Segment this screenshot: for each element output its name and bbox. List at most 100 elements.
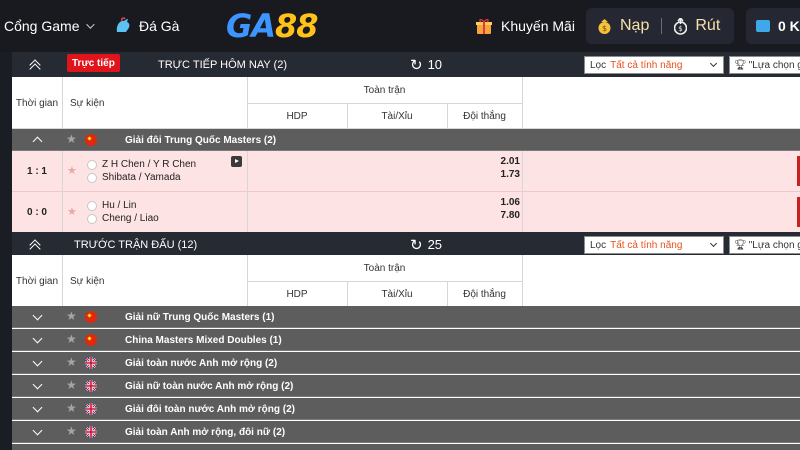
odd-away[interactable]: 7.80 bbox=[448, 210, 520, 221]
uk-flag-icon bbox=[85, 380, 97, 392]
col-hdp: HDP bbox=[286, 110, 308, 122]
match-score: 1 : 1 bbox=[26, 166, 47, 177]
choose-label: "Lựa chọn gi bbox=[748, 239, 800, 251]
refresh-icon: ↻ bbox=[410, 235, 423, 254]
uk-flag-icon bbox=[85, 403, 97, 415]
league-row[interactable]: ★ Giải toàn Anh mở rộng, đôi nữ (2) bbox=[12, 421, 800, 443]
live-section-title: TRỰC TIẾP HÔM NAY (2) bbox=[158, 58, 287, 71]
league-name: China Masters Mixed Doubles (1) bbox=[125, 334, 282, 346]
trophy-icon: 🏆︎ bbox=[734, 59, 747, 71]
wallet-icon bbox=[756, 20, 770, 32]
live-filter-select[interactable]: Lọc Tất cả tính năng bbox=[584, 56, 724, 74]
star-icon[interactable]: ★ bbox=[66, 132, 77, 146]
star-icon[interactable]: ★ bbox=[67, 205, 77, 218]
promotions-label: Khuyến Mãi bbox=[501, 18, 575, 34]
col-event: Sự kiện bbox=[70, 97, 105, 109]
play-icon[interactable] bbox=[231, 156, 242, 167]
chevron-down-icon bbox=[709, 59, 718, 68]
star-icon[interactable]: ★ bbox=[66, 309, 77, 323]
chevron-down-icon[interactable] bbox=[32, 379, 43, 390]
prematch-section-title: TRƯỚC TRẬN ĐẤU (12) bbox=[74, 238, 198, 251]
star-icon[interactable]: ★ bbox=[66, 378, 77, 392]
live-count: 10 bbox=[427, 57, 443, 72]
away-team[interactable]: Shibata / Yamada bbox=[87, 171, 181, 184]
away-team-name: Shibata / Yamada bbox=[102, 172, 181, 183]
prematch-choose-button[interactable]: 🏆︎ "Lựa chọn gi bbox=[729, 236, 800, 254]
league-row[interactable]: ★ Giải đôi toàn nước Anh mở rộng (2) bbox=[12, 398, 800, 420]
gift-icon bbox=[476, 19, 492, 34]
chevron-down-icon[interactable] bbox=[32, 333, 43, 344]
balance-label: 0 K bbox=[778, 18, 800, 34]
chevron-down-icon[interactable] bbox=[32, 356, 43, 367]
withdraw-button[interactable]: $ Rút bbox=[674, 17, 720, 35]
league-name: Giải nữ Trung Quốc Masters (1) bbox=[125, 311, 275, 323]
league-row-partial bbox=[12, 444, 800, 450]
col-fulltime: Toàn trận bbox=[363, 84, 406, 96]
withdraw-icon: $ bbox=[674, 17, 688, 35]
china-flag-icon bbox=[85, 134, 97, 146]
filter-value: Tất cả tính năng bbox=[610, 59, 683, 71]
col-over-under: Tài/Xỉu bbox=[381, 110, 413, 122]
league-name: Giải đôi Trung Quốc Masters (2) bbox=[125, 134, 277, 146]
home-team-name: Hu / Lin bbox=[102, 200, 137, 211]
col-event: Sự kiện bbox=[70, 275, 105, 287]
odd-home[interactable]: 1.06 bbox=[448, 197, 520, 208]
deposit-withdraw-group: $ Nạp $ Rút bbox=[586, 8, 734, 44]
star-icon[interactable]: ★ bbox=[67, 164, 77, 177]
game-portal-label: Cổng Game bbox=[4, 18, 80, 34]
shuttlecock-icon bbox=[87, 200, 97, 211]
sportsbook-panel: Trực tiếp TRỰC TIẾP HÔM NAY (2) ↻ 10 Lọc… bbox=[12, 52, 800, 450]
col-winner: Đội thắng bbox=[463, 288, 506, 300]
col-fulltime: Toàn trận bbox=[363, 262, 406, 274]
league-row[interactable]: ★ Giải đôi Trung Quốc Masters (2) bbox=[12, 129, 800, 151]
home-team[interactable]: Hu / Lin bbox=[87, 199, 136, 212]
filter-prefix: Lọc bbox=[590, 239, 607, 251]
match-row: 0 : 0 ★ Hu / Lin Cheng / Liao 1.06 7.80 bbox=[12, 192, 800, 233]
balance-display[interactable]: 0 K bbox=[746, 8, 800, 44]
chevron-up-icon[interactable] bbox=[32, 136, 43, 147]
deposit-button[interactable]: $ Nạp bbox=[597, 17, 649, 35]
col-over-under: Tài/Xỉu bbox=[381, 288, 413, 300]
filter-value: Tất cả tính năng bbox=[610, 239, 683, 251]
league-row[interactable]: ★ China Masters Mixed Doubles (1) bbox=[12, 329, 800, 351]
shuttlecock-icon bbox=[87, 159, 97, 170]
game-portal-menu[interactable]: Cổng Game bbox=[4, 0, 96, 52]
live-choose-button[interactable]: 🏆︎ "Lựa chọn gi bbox=[729, 56, 800, 74]
prematch-filter-select[interactable]: Lọc Tất cả tính năng bbox=[584, 236, 724, 254]
chevron-down-icon bbox=[709, 239, 718, 248]
star-icon[interactable]: ★ bbox=[66, 332, 77, 346]
deposit-label: Nạp bbox=[620, 17, 650, 34]
chevron-down-icon[interactable] bbox=[32, 402, 43, 413]
league-row[interactable]: ★ Giải nữ Trung Quốc Masters (1) bbox=[12, 306, 800, 328]
away-team[interactable]: Cheng / Liao bbox=[87, 212, 159, 225]
ga88-logo[interactable]: GA 88 bbox=[226, 7, 319, 45]
col-time: Thời gian bbox=[15, 275, 59, 287]
odd-away[interactable]: 1.73 bbox=[448, 169, 520, 180]
refresh-icon: ↻ bbox=[410, 55, 423, 74]
svg-text:$: $ bbox=[602, 24, 607, 33]
home-team[interactable]: Z H Chen / Y R Chen bbox=[87, 158, 196, 171]
odd-home[interactable]: 2.01 bbox=[448, 156, 520, 167]
chevron-down-icon[interactable] bbox=[32, 425, 43, 436]
withdraw-label: Rút bbox=[695, 17, 721, 34]
svg-text:$: $ bbox=[679, 25, 683, 33]
league-row[interactable]: ★ Giải toàn nước Anh mở rộng (2) bbox=[12, 352, 800, 374]
league-name: Giải nữ toàn nước Anh mở rộng (2) bbox=[125, 380, 294, 392]
live-refresh-button[interactable]: ↻ 10 bbox=[410, 52, 442, 77]
filter-prefix: Lọc bbox=[590, 59, 607, 71]
league-name: Giải đôi toàn nước Anh mở rộng (2) bbox=[125, 403, 295, 415]
prematch-refresh-button[interactable]: ↻ 25 bbox=[410, 232, 442, 257]
top-navigation: Cổng Game Đá Gà GA 88 Khuyến Mãi $ Nạp $… bbox=[0, 0, 800, 52]
shuttlecock-icon bbox=[87, 172, 97, 183]
league-row[interactable]: ★ Giải nữ toàn nước Anh mở rộng (2) bbox=[12, 375, 800, 397]
promotions-link[interactable]: Khuyến Mãi bbox=[475, 0, 575, 52]
cockfight-menu[interactable]: Đá Gà bbox=[113, 0, 179, 52]
col-time: Thời gian bbox=[15, 97, 59, 109]
star-icon[interactable]: ★ bbox=[66, 424, 77, 438]
match-score: 0 : 0 bbox=[26, 207, 47, 218]
cockfight-label: Đá Gà bbox=[139, 18, 180, 34]
star-icon[interactable]: ★ bbox=[66, 355, 77, 369]
star-icon[interactable]: ★ bbox=[66, 401, 77, 415]
rooster-icon bbox=[116, 17, 130, 32]
chevron-down-icon[interactable] bbox=[32, 310, 43, 321]
